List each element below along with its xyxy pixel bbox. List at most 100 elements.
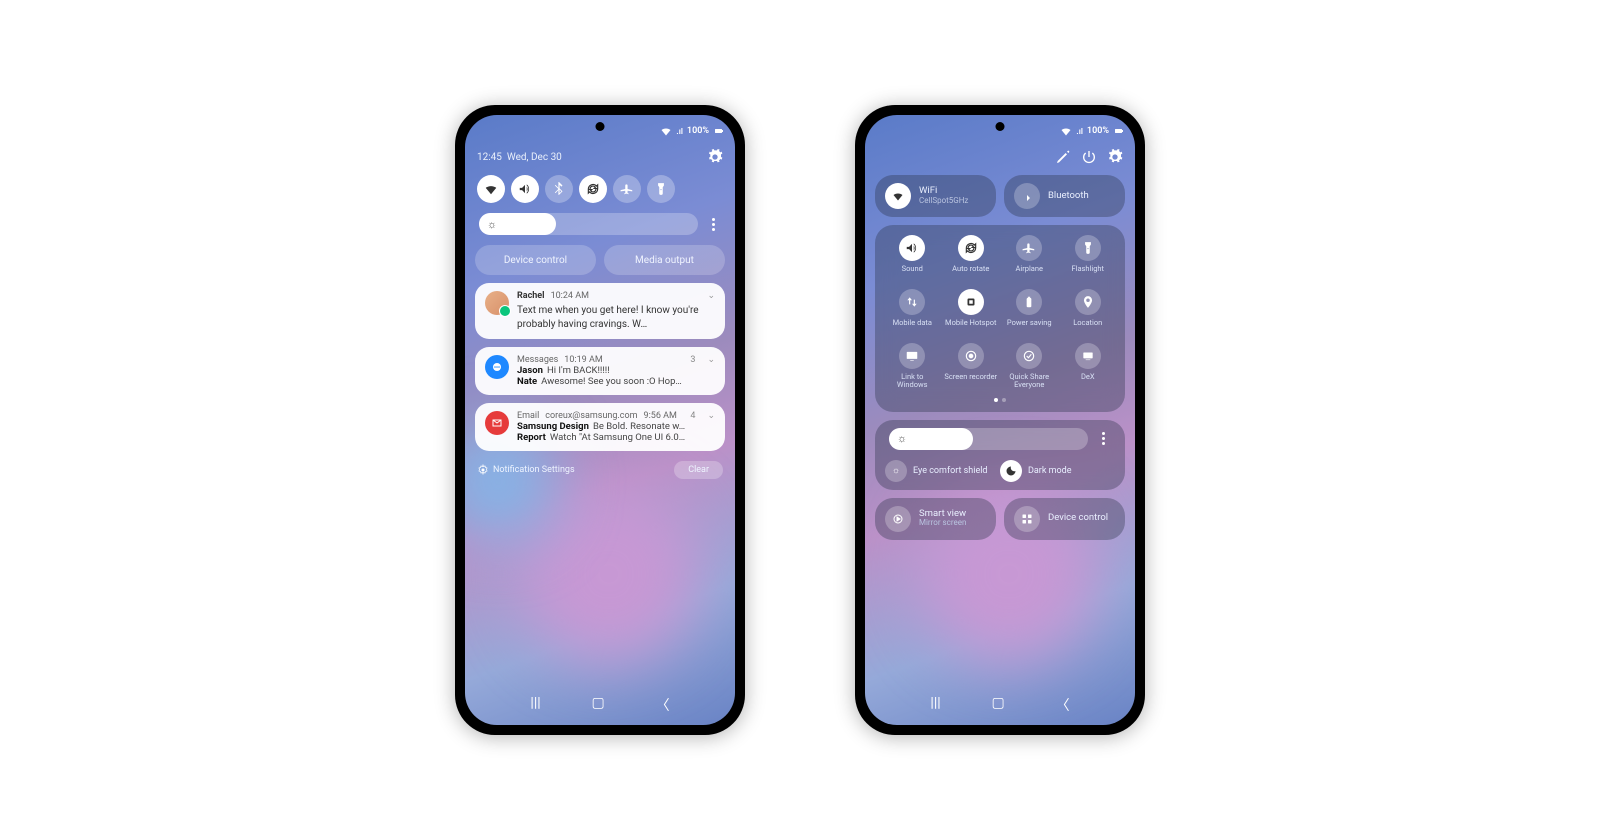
- power-icon: [1081, 149, 1097, 165]
- notification-card[interactable]: Rachel10:24 AM⌄Text me when you get here…: [475, 283, 725, 339]
- notification-card[interactable]: Messages10:19 AM3⌄JasonHi I'm BACK!!!!!N…: [475, 347, 725, 395]
- hotspot-icon: [958, 289, 984, 315]
- bluetooth-label: Bluetooth: [1048, 191, 1089, 201]
- tile-sound[interactable]: Sound: [885, 235, 940, 281]
- app-name: Messages: [517, 355, 558, 365]
- grid-pager[interactable]: [885, 398, 1115, 402]
- tile-flashlight[interactable]: Flashlight: [1061, 235, 1116, 281]
- nav-bar: ||| ▢ 〈: [865, 695, 1135, 715]
- settings-button[interactable]: [707, 149, 723, 165]
- toggle-flashlight[interactable]: [647, 175, 675, 203]
- battery-icon: [1113, 125, 1125, 137]
- brightness-icon: ☼: [897, 432, 907, 445]
- dark-mode-toggle[interactable]: Dark mode: [1000, 460, 1115, 482]
- email-app-icon: [485, 411, 509, 435]
- notif-count: 4: [690, 411, 695, 421]
- battery-icon: [713, 125, 725, 137]
- tile-label: Auto rotate: [952, 265, 989, 281]
- notif-time: 9:56 AM: [644, 411, 677, 421]
- toggle-sound[interactable]: [511, 175, 539, 203]
- panel-header: [875, 149, 1125, 165]
- notif-count: 3: [690, 355, 695, 365]
- bluetooth-tile[interactable]: Bluetooth: [1004, 175, 1125, 217]
- smart-view-sub: Mirror screen: [919, 519, 966, 528]
- notif-body: Text me when you get here! I know you're…: [517, 304, 715, 331]
- tile-battery[interactable]: Power saving: [1002, 289, 1057, 335]
- tile-location[interactable]: Location: [1061, 289, 1116, 335]
- battery-icon: [1016, 289, 1042, 315]
- windows-icon: [899, 343, 925, 369]
- device-control-button[interactable]: Device control: [475, 245, 596, 275]
- nav-recents[interactable]: |||: [930, 695, 940, 715]
- brightness-menu-button[interactable]: [1096, 432, 1111, 445]
- smart-view-icon: [885, 506, 911, 532]
- tile-label: Location: [1073, 319, 1102, 335]
- notification-settings-link[interactable]: Notification Settings: [477, 464, 575, 476]
- notif-line: NateAwesome! See you soon :O Hop…: [517, 376, 715, 387]
- nav-home[interactable]: ▢: [992, 695, 1005, 715]
- nav-home[interactable]: ▢: [592, 695, 605, 715]
- signal-label: .ıl: [1076, 127, 1083, 136]
- tile-label: Mobile data: [893, 319, 932, 335]
- avatar: [485, 291, 509, 315]
- wifi-signal-icon: [1060, 125, 1072, 137]
- tile-label: DeX: [1081, 373, 1095, 389]
- settings-button[interactable]: [1107, 149, 1123, 165]
- tile-rotate[interactable]: Auto rotate: [944, 235, 999, 281]
- date: Wed, Dec 30: [507, 152, 562, 163]
- wifi-icon: [885, 183, 911, 209]
- sender-name: Rachel: [517, 291, 545, 301]
- messages-app-icon: [485, 355, 509, 379]
- power-button[interactable]: [1081, 149, 1097, 165]
- smart-view-tile[interactable]: Smart viewMirror screen: [875, 498, 996, 540]
- tile-dex[interactable]: DeX: [1061, 343, 1116, 390]
- toggle-airplane[interactable]: [613, 175, 641, 203]
- tile-label: Mobile Hotspot: [945, 319, 996, 335]
- tile-windows[interactable]: Link to Windows: [885, 343, 940, 390]
- front-camera: [996, 122, 1005, 131]
- toggle-wifi[interactable]: [477, 175, 505, 203]
- record-icon: [958, 343, 984, 369]
- tile-label: Airplane: [1016, 265, 1044, 281]
- media-output-button[interactable]: Media output: [604, 245, 725, 275]
- screen-quick-settings: .ıl 100% WiFiCellSpot5GHz: [865, 115, 1135, 725]
- tile-updown[interactable]: Mobile data: [885, 289, 940, 335]
- nav-recents[interactable]: |||: [530, 695, 540, 715]
- chevron-down-icon[interactable]: ⌄: [707, 411, 715, 421]
- brightness-slider[interactable]: ☼: [889, 428, 1088, 450]
- tile-airplane[interactable]: Airplane: [1002, 235, 1057, 281]
- brightness-menu-button[interactable]: [706, 218, 721, 231]
- pencil-icon: [1055, 149, 1071, 165]
- toggle-auto-rotate[interactable]: [579, 175, 607, 203]
- tile-record[interactable]: Screen recorder: [944, 343, 999, 390]
- toggle-bluetooth[interactable]: [545, 175, 573, 203]
- tile-label: Flashlight: [1072, 265, 1105, 281]
- wifi-tile[interactable]: WiFiCellSpot5GHz: [875, 175, 996, 217]
- sound-icon: [899, 235, 925, 261]
- nav-bar: ||| ▢ 〈: [465, 695, 735, 715]
- chevron-down-icon[interactable]: ⌄: [707, 291, 715, 301]
- tile-label: Sound: [902, 265, 923, 281]
- app-name: Email: [517, 411, 539, 421]
- phone-right-frame: .ıl 100% WiFiCellSpot5GHz: [855, 105, 1145, 735]
- app-badge-icon: [499, 305, 511, 317]
- share-icon: [1016, 343, 1042, 369]
- panel-header: 12:45 Wed, Dec 30: [475, 149, 725, 165]
- notification-card[interactable]: Emailcoreux@samsung.com9:56 AM4⌄Samsung …: [475, 403, 725, 451]
- rotate-icon: [958, 235, 984, 261]
- eye-comfort-toggle[interactable]: ☼ Eye comfort shield: [885, 460, 1000, 482]
- tile-share[interactable]: Quick Share Everyone: [1002, 343, 1057, 390]
- email-address: coreux@samsung.com: [545, 411, 637, 421]
- brightness-row: ☼: [475, 213, 725, 235]
- tile-hotspot[interactable]: Mobile Hotspot: [944, 289, 999, 335]
- clear-notifications-button[interactable]: Clear: [674, 461, 723, 479]
- quick-settings-grid: Sound Auto rotate Airplane Flashlight Mobile…: [875, 225, 1125, 412]
- nav-back[interactable]: 〈: [1056, 695, 1070, 715]
- brightness-slider[interactable]: ☼: [479, 213, 698, 235]
- chevron-down-icon[interactable]: ⌄: [707, 355, 715, 365]
- signal-label: .ıl: [676, 127, 683, 136]
- nav-back[interactable]: 〈: [656, 695, 670, 715]
- device-control-tile[interactable]: Device control: [1004, 498, 1125, 540]
- edit-button[interactable]: [1055, 149, 1071, 165]
- eye-comfort-icon: ☼: [885, 460, 907, 482]
